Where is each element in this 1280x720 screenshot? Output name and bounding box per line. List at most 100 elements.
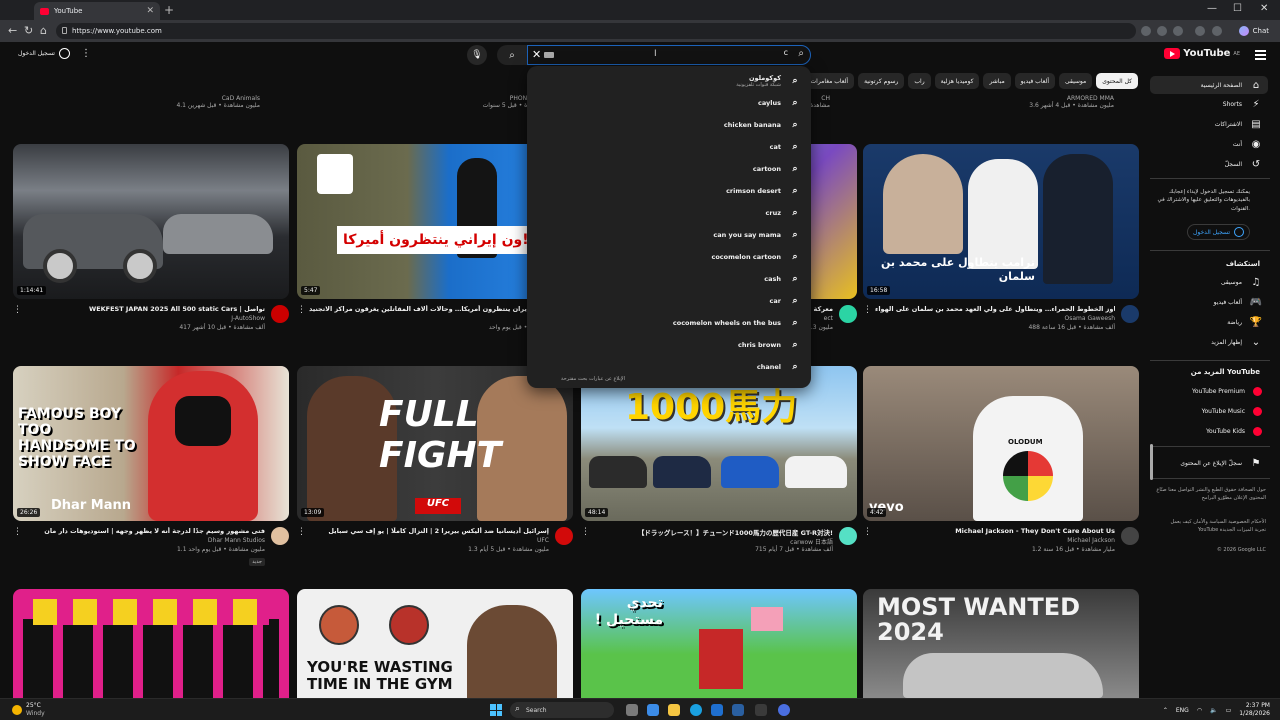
suggestion-item[interactable]: cocomelon wheels on the bus ⌕	[673, 312, 801, 334]
home-icon[interactable]: ⌂	[40, 24, 47, 37]
close-window-icon[interactable]: ✕	[1260, 3, 1268, 14]
video-options-icon[interactable]: ⋮	[581, 527, 590, 537]
video-card[interactable]: تحدي مستحيل !	[581, 589, 857, 698]
suggestion-item[interactable]: caylus ⌕	[758, 92, 801, 114]
app-icon[interactable]	[778, 704, 790, 716]
channel-avatar[interactable]	[839, 305, 857, 323]
video-card[interactable]: FULL FIGHT UFC 13:09 إسرائيل أديسانيا ضد…	[297, 366, 573, 565]
sidebar-item-you[interactable]: أنت ◉	[1233, 135, 1262, 153]
suggestion-item[interactable]: car ⌕	[770, 290, 801, 312]
video-card[interactable]: FAMOUS BOY TOO HANDSOME TO SHOW FACE Dha…	[13, 366, 289, 566]
channel-name[interactable]: Dhar Mann Studios	[208, 537, 265, 544]
suggestion-item[interactable]: chicken banana ⌕	[724, 114, 801, 136]
sidebar-show-more[interactable]: إظهار المزيد ⌄	[1211, 333, 1262, 351]
chip[interactable]: مباشر	[983, 73, 1011, 89]
search-inner-icon[interactable]: ⌕	[798, 48, 804, 59]
channel-avatar[interactable]	[271, 305, 289, 323]
minimize-icon[interactable]: —	[1207, 3, 1217, 14]
language-indicator[interactable]: ENG	[1176, 707, 1189, 714]
suggestion-item[interactable]: cruz ⌕	[766, 202, 801, 224]
guide-menu-icon[interactable]	[1255, 50, 1266, 62]
sidebar-item-subscriptions[interactable]: الاشتراكات ▤	[1215, 115, 1262, 133]
video-options-icon[interactable]: ⋮	[13, 305, 22, 315]
suggestion-item[interactable]: cash ⌕	[764, 268, 801, 290]
new-tab-icon[interactable]: +	[164, 3, 174, 17]
video-thumbnail[interactable]: 1:14:41	[13, 144, 289, 299]
task-view-icon[interactable]	[626, 704, 638, 716]
back-icon[interactable]: ←	[8, 24, 17, 37]
video-options-icon[interactable]: ⋮	[297, 305, 306, 315]
video-thumbnail[interactable]: FAMOUS BOY TOO HANDSOME TO SHOW FACE Dha…	[13, 366, 289, 521]
video-thumbnail[interactable]: FULL FIGHT UFC 13:09	[297, 366, 573, 521]
sidebar-item-shorts[interactable]: Shorts ⚡	[1223, 95, 1262, 113]
file-explorer-icon[interactable]	[668, 704, 680, 716]
video-card[interactable]: OLODUM vevo 4:42 Michael Jackson - They …	[863, 366, 1139, 565]
sidebar-item-gaming[interactable]: ألعاب فيديو 🎮	[1214, 293, 1263, 311]
channel-name[interactable]: carwow 日本語	[790, 537, 833, 546]
maximize-icon[interactable]: ☐	[1233, 3, 1242, 14]
video-options-icon[interactable]: ⋮	[863, 305, 872, 315]
video-card[interactable]: 1000馬力 48:14 【ドラッグレース！】チューンド1000馬力の歴代日産 …	[581, 366, 857, 565]
sidebar-item-premium[interactable]: YouTube Premium	[1192, 382, 1262, 400]
menu-icon[interactable]	[1212, 26, 1222, 36]
video-title[interactable]: إسرائيل أديسانيا ضد أليكس بيريرا 2 | الن…	[309, 527, 549, 535]
sidebar-item-music[interactable]: موسيقى ♫	[1221, 273, 1262, 291]
chip[interactable]: كوميديا هزلية	[934, 73, 980, 89]
video-thumbnail[interactable]: MOST WANTED 2024	[863, 589, 1139, 698]
chip[interactable]: رسوم كرتونية	[858, 73, 905, 89]
sidebar-item-report-history[interactable]: سجلّ الإبلاغ عن المحتوى ⚑	[1180, 454, 1262, 472]
video-thumbnail[interactable]: YOU'RE WASTING TIME IN THE GYM	[297, 589, 573, 698]
suggestion-item[interactable]: cat ⌕	[770, 136, 801, 158]
refresh-icon[interactable]: ↻	[24, 24, 33, 37]
channel-name[interactable]: J-AutoShow	[231, 315, 265, 322]
sidebar-item-music-app[interactable]: YouTube Music	[1202, 402, 1262, 420]
keyboard-icon[interactable]	[544, 52, 554, 58]
close-tab-icon[interactable]: ✕	[146, 6, 154, 16]
sidebar-item-kids[interactable]: YouTube Kids	[1206, 422, 1262, 440]
video-card[interactable]: MOST WANTED 2024	[863, 589, 1139, 698]
video-card[interactable]: 1:14:41 WEKFEST JAPAN 2025 All 500 stati…	[13, 144, 289, 343]
channel-name[interactable]: Osama Gaweesh	[1065, 315, 1116, 322]
sidebar-item-sports[interactable]: رياضة 🏆	[1227, 313, 1262, 331]
video-title[interactable]: ألاف الجنود في إيران ينتظرون أمريكا… وحا…	[309, 305, 549, 313]
suggestion-item[interactable]: كوكوملون شبكة قنوات تلفزيونية ⌕	[736, 68, 801, 94]
channel-avatar[interactable]	[555, 527, 573, 545]
store-icon[interactable]	[711, 704, 723, 716]
channel-avatar[interactable]	[839, 527, 857, 545]
sign-in-button[interactable]: تسجيل الدخول	[18, 48, 70, 59]
chip[interactable]: موسيقى	[1059, 73, 1093, 89]
channel-avatar[interactable]	[1121, 305, 1139, 323]
video-thumbnail[interactable]: OLODUM vevo 4:42	[863, 366, 1139, 521]
video-card[interactable]: YOU'RE WASTING TIME IN THE GYM	[297, 589, 573, 698]
steam-icon[interactable]	[732, 704, 744, 716]
sidebar-item-home[interactable]: الصفحة الرئيسية ⌂	[1150, 76, 1268, 94]
edge-browser-icon[interactable]	[690, 704, 702, 716]
video-thumbnail[interactable]: ترامب يتطاول على محمد بن سلمان 16:58	[863, 144, 1139, 299]
bookmark-icon[interactable]	[1157, 26, 1167, 36]
channel-name[interactable]: ect	[824, 315, 833, 322]
suggestion-item[interactable]: chanel ⌕	[757, 356, 801, 378]
url-bar[interactable]: https://www.youtube.com	[56, 23, 1136, 39]
weather-widget[interactable]: 25°C Windy	[12, 702, 45, 718]
suggestion-item[interactable]: cocomelon cartoon ⌕	[711, 246, 801, 268]
taskbar-search[interactable]: Search	[510, 702, 614, 718]
clock[interactable]: 2:37 PM 1/28/2026	[1239, 702, 1270, 719]
chip[interactable]: راب	[908, 73, 931, 89]
chat-button[interactable]: Chat	[1234, 23, 1274, 39]
channel-name[interactable]: Michael Jackson	[1067, 537, 1115, 544]
video-card[interactable]: ترامب يتطاول على محمد بن سلمان 16:58 أسا…	[863, 144, 1139, 343]
settings-dots-icon[interactable]: ⋮	[81, 48, 91, 59]
chip[interactable]: كل المحتوى	[1096, 73, 1138, 89]
video-thumbnail[interactable]	[13, 589, 289, 698]
footer-links[interactable]: حول الصحافة حقوق الطبع والنشر التواصل مع…	[1151, 486, 1266, 502]
video-options-icon[interactable]: ⋮	[13, 527, 22, 537]
video-options-icon[interactable]: ⋮	[863, 527, 872, 537]
video-title[interactable]: فتى مشهور وسيم جدًا لدرجة أنه لا يظهر وج…	[25, 527, 265, 535]
video-thumbnail[interactable]: 1000馬力 48:14	[581, 366, 857, 521]
channel-avatar[interactable]	[1121, 527, 1139, 545]
video-title[interactable]: 【ドラッグレース！】チューンド1000馬力の歴代日産 GT-R対決!	[593, 527, 833, 537]
copilot-app-icon[interactable]	[647, 704, 659, 716]
search-field[interactable]: ✕ I c ⌕	[527, 45, 811, 65]
suggestion-item[interactable]: crimson desert ⌕	[726, 180, 801, 202]
profile-icon[interactable]	[1195, 26, 1205, 36]
